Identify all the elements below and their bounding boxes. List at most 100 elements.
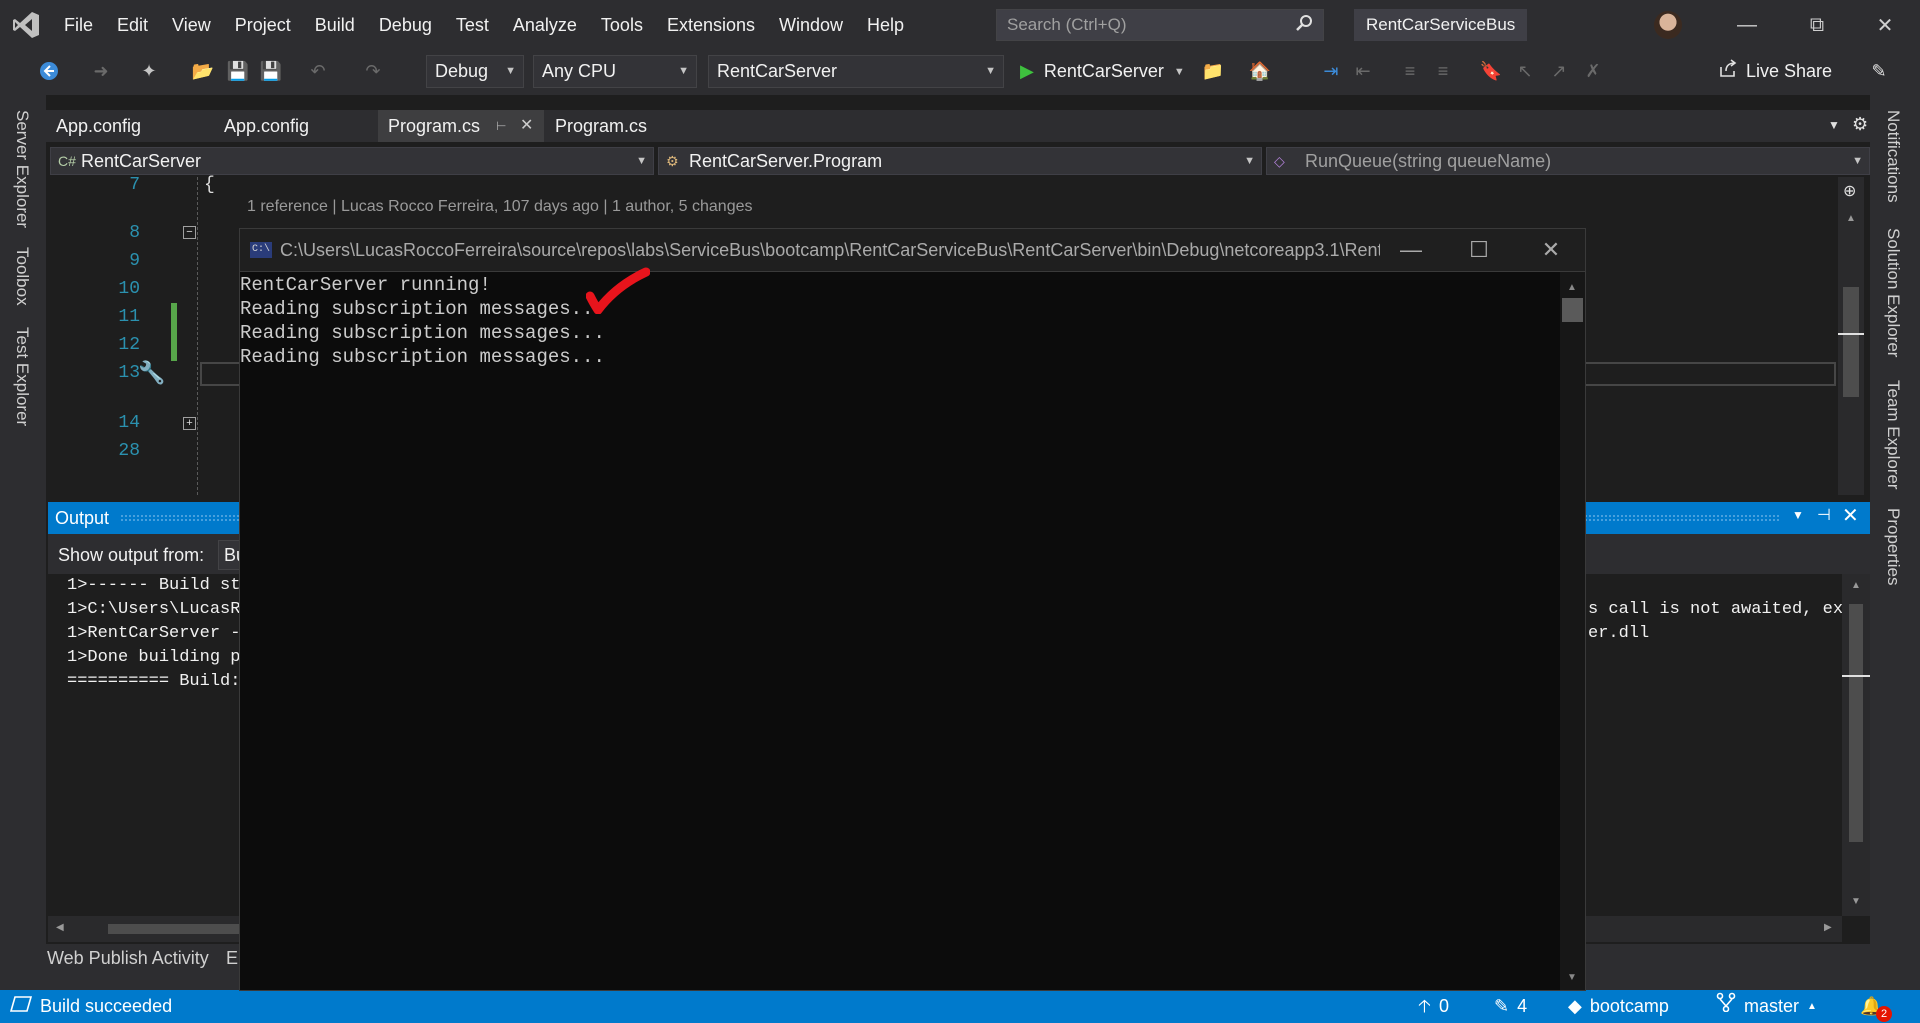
bookmark-icon[interactable]: 🔖 bbox=[1478, 58, 1504, 84]
console-scrollbar[interactable]: ▲ ▼ bbox=[1560, 272, 1585, 990]
tab-properties[interactable]: Properties bbox=[1883, 508, 1903, 585]
close-pane-icon[interactable]: ✕ bbox=[1842, 503, 1859, 528]
scroll-thumb[interactable] bbox=[108, 924, 248, 934]
type-navigation-value: RentCarServer.Program bbox=[689, 151, 883, 171]
tab-notifications[interactable]: Notifications bbox=[1883, 110, 1903, 203]
navigate-back-icon[interactable] bbox=[36, 58, 62, 84]
tab-web-publish-activity[interactable]: Web Publish Activity bbox=[47, 948, 209, 969]
notifications-indicator[interactable]: 🔔 2 bbox=[1860, 990, 1892, 1023]
scroll-thumb[interactable] bbox=[1562, 298, 1583, 322]
tab-list-dropdown-icon[interactable]: ▼ bbox=[1828, 118, 1840, 132]
type-navigation-select[interactable]: ⚙ RentCarServer.Program ▼ bbox=[658, 147, 1262, 175]
clear-bookmarks-icon[interactable]: ✗ bbox=[1580, 58, 1606, 84]
tab-app-config-2[interactable]: App.config bbox=[214, 110, 319, 142]
console-minimize-icon[interactable]: — bbox=[1376, 228, 1446, 272]
member-navigation-select[interactable]: ◇ RunQueue(string queueName) ▼ bbox=[1266, 147, 1870, 175]
close-icon[interactable]: ✕ bbox=[1850, 0, 1920, 50]
next-bookmark-icon[interactable]: ↗ bbox=[1546, 58, 1572, 84]
chevron-down-icon: ▼ bbox=[1852, 155, 1863, 167]
save-icon[interactable]: 💾 bbox=[225, 58, 251, 84]
collapse-icon[interactable]: − bbox=[183, 226, 196, 239]
scroll-down-icon[interactable]: ▼ bbox=[1851, 896, 1861, 907]
scroll-left-icon[interactable]: ◀ bbox=[56, 922, 64, 933]
tab-team-explorer[interactable]: Team Explorer bbox=[1883, 380, 1903, 490]
quick-actions-screwdriver-icon[interactable]: 🔧 bbox=[138, 360, 165, 386]
configuration-select[interactable]: Debug ▼ bbox=[426, 55, 524, 88]
scroll-thumb[interactable] bbox=[1849, 604, 1863, 842]
repository-indicator[interactable]: ◆ bootcamp bbox=[1568, 990, 1669, 1023]
scroll-up-icon[interactable]: ▲ bbox=[1567, 282, 1577, 293]
close-tab-icon[interactable]: ✕ bbox=[520, 110, 533, 142]
live-share-button[interactable]: Live Share bbox=[1718, 55, 1832, 88]
restore-icon[interactable]: ⧉ bbox=[1782, 0, 1852, 50]
menu-test[interactable]: Test bbox=[444, 0, 501, 50]
tab-program-cs[interactable]: Program.cs bbox=[545, 110, 657, 142]
project-navigation-select[interactable]: C# RentCarServer ▼ bbox=[50, 147, 654, 175]
console-output[interactable]: RentCarServer running! Reading subscript… bbox=[240, 272, 1560, 990]
menu-edit[interactable]: Edit bbox=[105, 0, 160, 50]
scroll-up-icon[interactable]: ▲ bbox=[1851, 580, 1861, 591]
menu-debug[interactable]: Debug bbox=[367, 0, 444, 50]
platform-select[interactable]: Any CPU ▼ bbox=[533, 55, 697, 88]
step-into-icon[interactable]: ⇥ bbox=[1318, 58, 1344, 84]
arrow-up-icon: 🡡 bbox=[1418, 996, 1431, 1016]
auto-hide-pin-icon[interactable]: ⊣ bbox=[1817, 505, 1831, 525]
scroll-right-icon[interactable]: ▶ bbox=[1824, 922, 1832, 933]
publish-indicator[interactable]: 🡡 0 bbox=[1418, 990, 1449, 1023]
navigate-forward-icon[interactable]: ➜ bbox=[88, 58, 114, 84]
expand-icon[interactable]: + bbox=[183, 417, 196, 430]
undo-icon[interactable]: ↶ bbox=[305, 58, 331, 84]
tab-program-cs-active[interactable]: Program.cs ⊢ ✕ bbox=[378, 110, 544, 142]
window-position-icon[interactable]: ▼ bbox=[1792, 508, 1804, 522]
comment-icon[interactable]: ≡ bbox=[1397, 58, 1423, 84]
gear-icon[interactable]: ⚙ bbox=[1852, 114, 1868, 135]
step-over-icon[interactable]: ⇤ bbox=[1350, 58, 1376, 84]
browser-link-icon[interactable]: 🏠 bbox=[1247, 58, 1273, 84]
menu-analyze[interactable]: Analyze bbox=[501, 0, 589, 50]
split-icon[interactable]: ⊕ bbox=[1843, 181, 1856, 201]
pin-icon[interactable]: ⊢ bbox=[496, 110, 506, 142]
avatar[interactable] bbox=[1654, 11, 1682, 39]
start-debugging-button[interactable]: ▶ RentCarServer ▼ bbox=[1020, 55, 1185, 88]
save-all-icon[interactable]: 💾 bbox=[258, 58, 284, 84]
menu-project[interactable]: Project bbox=[223, 0, 303, 50]
console-close-icon[interactable]: ✕ bbox=[1516, 228, 1586, 272]
browse-folder-icon[interactable]: 📁 bbox=[1200, 58, 1226, 84]
uncomment-icon[interactable]: ≡ bbox=[1430, 58, 1456, 84]
pending-changes-indicator[interactable]: ✎ 4 bbox=[1494, 990, 1527, 1023]
codelens-info[interactable]: 1 reference | Lucas Rocco Ferreira, 107 … bbox=[247, 198, 753, 216]
scroll-up-icon[interactable]: ▲ bbox=[1846, 213, 1856, 224]
new-project-icon[interactable]: ✦ bbox=[136, 58, 162, 84]
output-scrollbar[interactable]: ▲ ▼ bbox=[1842, 574, 1870, 916]
branch-indicator[interactable]: master ▲ bbox=[1716, 990, 1817, 1023]
scroll-thumb[interactable] bbox=[1843, 287, 1859, 397]
menu-file[interactable]: File bbox=[52, 0, 105, 50]
tab-server-explorer[interactable]: Server Explorer bbox=[12, 110, 32, 228]
redo-icon[interactable]: ↷ bbox=[360, 58, 386, 84]
outline-guide bbox=[197, 177, 198, 495]
menu-view[interactable]: View bbox=[160, 0, 223, 50]
menu-window[interactable]: Window bbox=[767, 0, 855, 50]
previous-bookmark-icon[interactable]: ↖ bbox=[1512, 58, 1538, 84]
editor-scrollbar[interactable]: ⊕ ▲ bbox=[1838, 177, 1864, 495]
tab-solution-explorer[interactable]: Solution Explorer bbox=[1883, 228, 1903, 357]
menu-help[interactable]: Help bbox=[855, 0, 916, 50]
tab-app-config[interactable]: App.config bbox=[46, 110, 151, 142]
notification-badge: 2 bbox=[1876, 1006, 1892, 1022]
menu-build[interactable]: Build bbox=[303, 0, 367, 50]
minimize-icon[interactable]: — bbox=[1712, 0, 1782, 50]
method-icon: ◇ bbox=[1274, 153, 1285, 169]
output-line-fragment: s call is not awaited, exe bbox=[1588, 600, 1854, 619]
console-maximize-icon[interactable]: ☐ bbox=[1444, 228, 1514, 272]
tab-label: Program.cs bbox=[388, 116, 481, 136]
feedback-icon[interactable]: ✎ bbox=[1866, 58, 1892, 84]
startup-project-select[interactable]: RentCarServer ▼ bbox=[708, 55, 1004, 88]
open-file-icon[interactable]: 📂 bbox=[190, 58, 216, 84]
tab-test-explorer[interactable]: Test Explorer bbox=[12, 327, 32, 426]
menu-tools[interactable]: Tools bbox=[589, 0, 655, 50]
scroll-down-icon[interactable]: ▼ bbox=[1567, 972, 1577, 983]
search-input[interactable]: Search (Ctrl+Q) bbox=[996, 9, 1324, 41]
menu-extensions[interactable]: Extensions bbox=[655, 0, 767, 50]
tab-toolbox[interactable]: Toolbox bbox=[12, 247, 32, 306]
build-status-icon bbox=[9, 990, 33, 1023]
